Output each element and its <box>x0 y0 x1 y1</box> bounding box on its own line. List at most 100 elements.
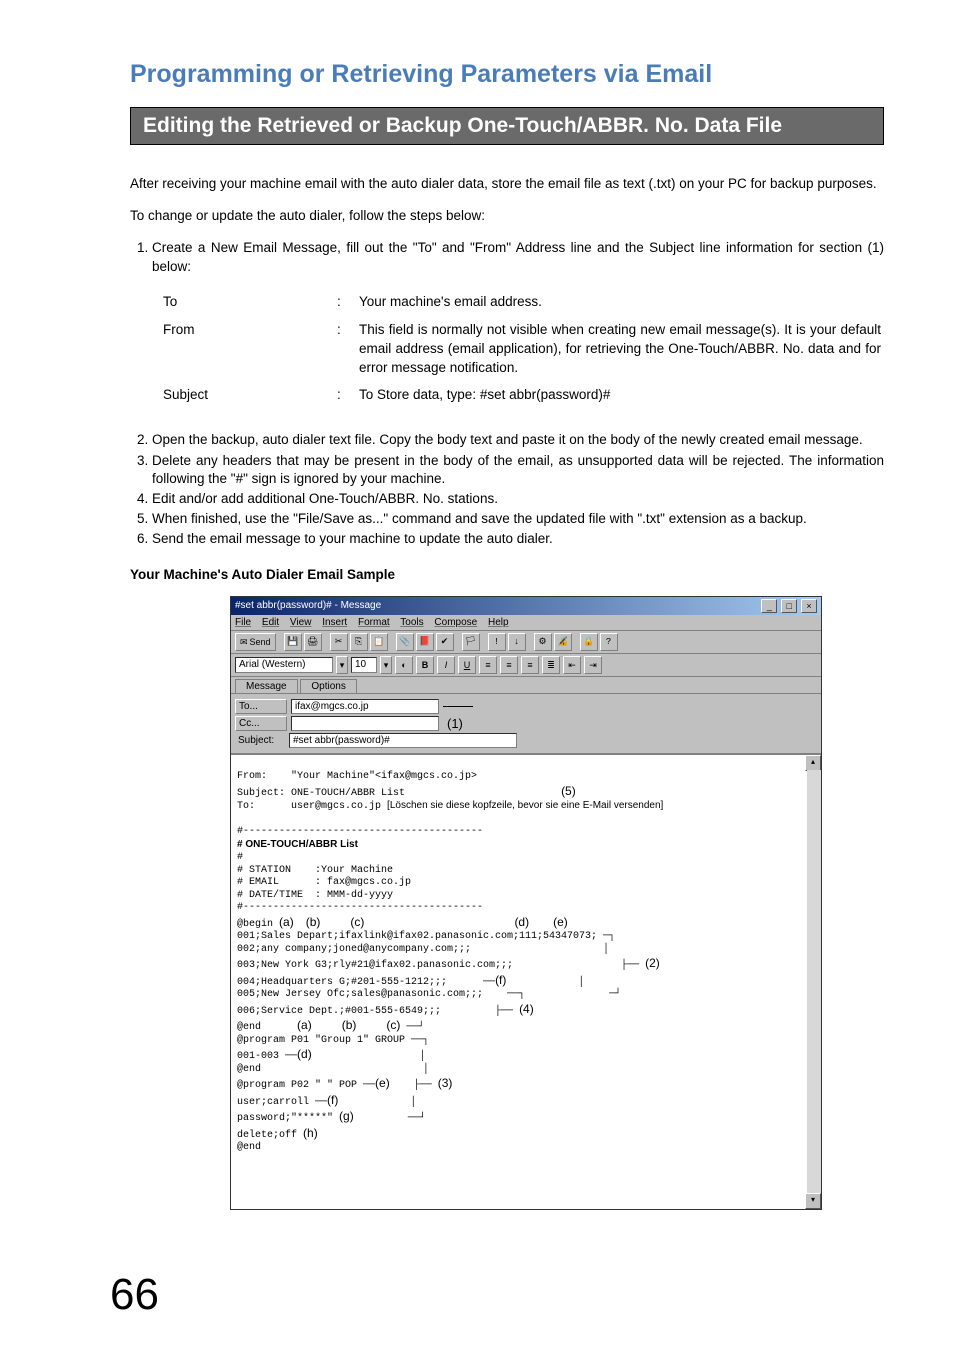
save-icon[interactable]: 💾 <box>284 633 302 651</box>
body-prog1b: 001-003 <box>237 1051 279 1062</box>
bullets-icon[interactable]: ≣ <box>542 656 560 674</box>
outdent-icon[interactable]: ⇤ <box>563 656 581 674</box>
underline-button[interactable]: U <box>458 656 476 674</box>
body-from: From: "Your Machine"<ifax@mgcs.co.jp> <box>237 771 477 782</box>
intro-paragraph-2: To change or update the auto dialer, fol… <box>130 207 884 225</box>
step-5: When finished, use the "File/Save as..."… <box>152 510 884 528</box>
paste-icon[interactable]: 📋 <box>370 633 388 651</box>
step-2: Open the backup, auto dialer text file. … <box>152 431 884 449</box>
menu-insert[interactable]: Insert <box>322 617 347 628</box>
help-icon[interactable]: ? <box>600 633 618 651</box>
body-l6: 006;Service Dept.;#001-555-6549;;; <box>237 1006 441 1017</box>
cc-input[interactable] <box>291 716 439 731</box>
body-subject: Subject: ONE-TOUCH/ABBR List <box>237 788 405 799</box>
body-to: To: user@mgcs.co.jp <box>237 801 381 812</box>
fontsize-select[interactable]: 10 <box>351 657 377 673</box>
attach-icon[interactable]: 📎 <box>396 633 414 651</box>
sign-icon[interactable]: 🔏 <box>554 633 572 651</box>
align-right-icon[interactable]: ≡ <box>521 656 539 674</box>
addressbook-icon[interactable]: 📕 <box>416 633 434 651</box>
steps-list-2: Open the backup, auto dialer text file. … <box>130 431 884 548</box>
colon: : <box>336 320 356 384</box>
body-station: # STATION :Your Machine <box>237 865 393 876</box>
field-table: To : Your machine's email address. From … <box>160 290 884 413</box>
callout-4: (4) <box>519 1002 534 1016</box>
body-end: @end <box>237 1142 261 1153</box>
cc-button[interactable]: Cc... <box>235 716 287 731</box>
callout-g: (g) <box>339 1109 354 1123</box>
menu-format[interactable]: Format <box>358 617 390 628</box>
to-input[interactable]: ifax@mgcs.co.jp <box>291 699 439 714</box>
callout-2: (2) <box>645 956 660 970</box>
menu-help[interactable]: Help <box>488 617 509 628</box>
body-l4: 004;Headquarters G;#201-555-1212;;; <box>237 977 447 988</box>
maximize-icon[interactable]: □ <box>781 599 797 613</box>
email-body[interactable]: From: "Your Machine"<ifax@mgcs.co.jp> Su… <box>231 754 821 1209</box>
body-email: # EMAIL : fax@mgcs.co.jp <box>237 877 411 888</box>
window-title: #set abbr(password)# - Message <box>235 600 381 611</box>
menu-view[interactable]: View <box>290 617 312 628</box>
scrollbar-track[interactable] <box>807 770 821 1194</box>
body-hash: # <box>237 852 243 863</box>
menu-edit[interactable]: Edit <box>262 617 279 628</box>
close-icon[interactable]: × <box>801 599 817 613</box>
body-prog2: @program P02 " " POP <box>237 1080 357 1091</box>
callout-h: (h) <box>303 1126 318 1140</box>
priority-icon[interactable]: ! <box>488 633 506 651</box>
colon: : <box>336 292 356 318</box>
callout-e: (e) <box>553 915 568 929</box>
menu-tools[interactable]: Tools <box>400 617 423 628</box>
font-select[interactable]: Arial (Western) <box>235 657 333 673</box>
body-userline: user;carroll <box>237 1097 309 1108</box>
send-button[interactable]: ✉Send <box>235 633 276 651</box>
dropdown-icon[interactable]: ▾ <box>380 656 392 674</box>
step-6: Send the email message to your machine t… <box>152 530 884 548</box>
lowpriority-icon[interactable]: ↓ <box>508 633 526 651</box>
callout-d: (d) <box>514 915 529 929</box>
window-titlebar: #set abbr(password)# - Message _ □ × <box>231 597 821 615</box>
align-left-icon[interactable]: ≡ <box>479 656 497 674</box>
callout-5: (5) <box>561 784 576 798</box>
callout-f2: (f) <box>327 1093 338 1107</box>
step-3: Delete any headers that may be present i… <box>152 452 884 488</box>
callout-d2: (d) <box>297 1047 312 1061</box>
scroll-down-icon[interactable]: ▾ <box>805 1193 821 1209</box>
menu-file[interactable]: File <box>235 617 251 628</box>
checknames-icon[interactable]: ✔ <box>436 633 454 651</box>
italic-button[interactable]: I <box>437 656 455 674</box>
callout-c2: (c) <box>386 1018 400 1032</box>
tab-options[interactable]: Options <box>300 679 356 693</box>
tab-message[interactable]: Message <box>235 679 298 693</box>
fontcolor-icon[interactable]: ◐ <box>395 656 413 674</box>
toolbar: ✉Send 💾 🖨 ✂ ⎘ 📋 📎 📕 ✔ 🏳 ! ↓ ⚙ 🔏 🔒 ? <box>231 631 821 654</box>
menu-compose[interactable]: Compose <box>434 617 477 628</box>
page-number: 66 <box>110 1270 884 1320</box>
body-l3: 003;New York G3;rly#21@ifax02.panasonic.… <box>237 960 513 971</box>
copy-icon[interactable]: ⎘ <box>350 633 368 651</box>
body-l5: 005;New Jersey Ofc;sales@panasonic.com;;… <box>237 989 483 1000</box>
encrypt-icon[interactable]: 🔒 <box>580 633 598 651</box>
callout-line <box>443 706 473 707</box>
body-l2: 002;any company;joned@anycompany.com;;; <box>237 944 471 955</box>
print-icon[interactable]: 🖨 <box>304 633 322 651</box>
format-toolbar: Arial (Western) ▾ 10 ▾ ◐ B I U ≡ ≡ ≡ ≣ ⇤… <box>231 654 821 677</box>
bold-button[interactable]: B <box>416 656 434 674</box>
scroll-up-icon[interactable]: ▴ <box>805 755 821 771</box>
dropdown-icon[interactable]: ▾ <box>336 656 348 674</box>
address-area: To... ifax@mgcs.co.jp Cc... (1) Subject:… <box>231 694 821 754</box>
body-end: @end <box>237 1022 261 1033</box>
flag-icon[interactable]: 🏳 <box>462 633 480 651</box>
steps-list-1: Create a New Email Message, fill out the… <box>130 239 884 275</box>
minimize-icon[interactable]: _ <box>761 599 777 613</box>
align-center-icon[interactable]: ≡ <box>500 656 518 674</box>
subject-input[interactable]: #set abbr(password)# <box>289 733 517 748</box>
window-buttons: _ □ × <box>760 599 817 613</box>
options-icon[interactable]: ⚙ <box>534 633 552 651</box>
tabs: Message Options <box>231 677 821 694</box>
cut-icon[interactable]: ✂ <box>330 633 348 651</box>
body-begin: @begin <box>237 919 273 930</box>
to-button[interactable]: To... <box>235 699 287 714</box>
main-title: Programming or Retrieving Parameters via… <box>130 60 884 89</box>
callout-f: (f) <box>495 973 506 987</box>
indent-icon[interactable]: ⇥ <box>584 656 602 674</box>
